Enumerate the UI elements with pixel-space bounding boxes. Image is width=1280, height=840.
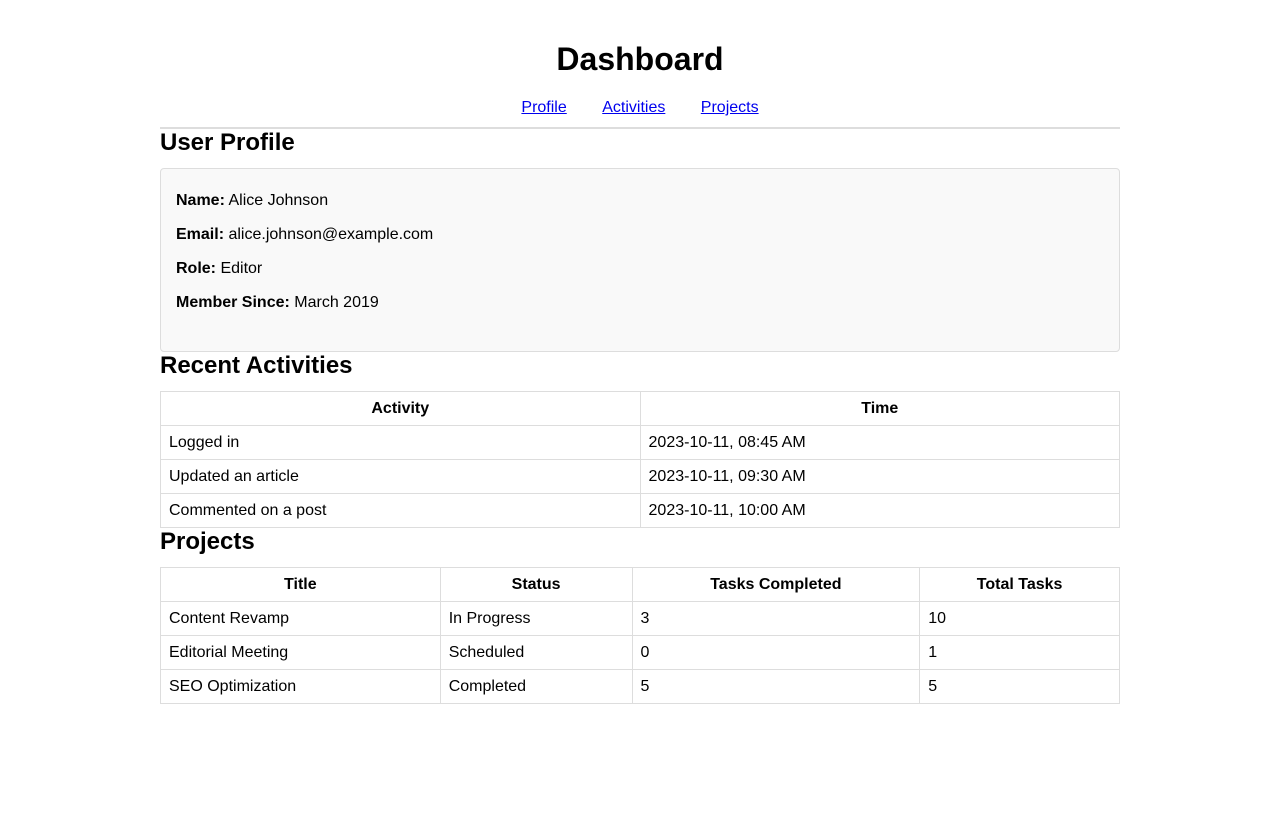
profile-field-label: Role:	[176, 260, 216, 277]
table-row: Editorial Meeting Scheduled 0 1	[160, 635, 1120, 670]
column-header-status: Status	[439, 567, 633, 602]
table-row: Updated an article 2023-10-11, 09:30 AM	[160, 459, 1121, 494]
project-status-cell: In Progress	[439, 601, 633, 636]
column-header-activity: Activity	[160, 391, 641, 426]
projects-table: Title Status Tasks Completed Total Tasks…	[160, 567, 1120, 704]
profile-field-label: Email:	[176, 226, 225, 243]
nav-link-projects[interactable]: Projects	[701, 99, 759, 116]
profile-field-value: Editor	[220, 260, 263, 277]
table-row: SEO Optimization Completed 5 5	[160, 669, 1120, 704]
tasks-completed-cell: 3	[631, 601, 921, 636]
profile-card: Name: Alice Johnson Email: alice.johnson…	[160, 168, 1120, 352]
column-header-total-tasks: Total Tasks	[919, 567, 1120, 602]
profile-field-label: Name:	[176, 192, 225, 209]
page-title: Dashboard	[556, 41, 724, 77]
project-title-cell: SEO Optimization	[160, 669, 441, 704]
profile-field-name: Name: Alice Johnson	[176, 192, 1104, 210]
total-tasks-cell: 5	[919, 669, 1120, 704]
activity-cell: Commented on a post	[160, 493, 641, 528]
tasks-completed-cell: 0	[631, 635, 921, 670]
activities-table: Activity Time Logged in 2023-10-11, 08:4…	[160, 391, 1121, 528]
table-row: Content Revamp In Progress 3 10	[160, 601, 1120, 636]
total-tasks-cell: 1	[919, 635, 1120, 670]
total-tasks-cell: 10	[919, 601, 1120, 636]
profile-field-value: alice.johnson@example.com	[228, 226, 434, 243]
nav-link-activities[interactable]: Activities	[602, 99, 665, 116]
activity-cell: Logged in	[160, 425, 641, 460]
table-header-row: Activity Time	[160, 391, 1121, 426]
top-nav: Profile Activities Projects	[160, 99, 1120, 129]
profile-section-title: User Profile	[160, 129, 295, 156]
time-cell: 2023-10-11, 10:00 AM	[639, 493, 1121, 528]
project-status-cell: Completed	[439, 669, 633, 704]
tasks-completed-cell: 5	[631, 669, 921, 704]
column-header-tasks-completed: Tasks Completed	[631, 567, 921, 602]
profile-field-value: Alice Johnson	[228, 192, 329, 209]
nav-link-profile[interactable]: Profile	[521, 99, 566, 116]
projects-section-title: Projects	[160, 528, 255, 555]
profile-field-label: Member Since:	[176, 294, 290, 311]
table-row: Logged in 2023-10-11, 08:45 AM	[160, 425, 1121, 460]
column-header-title: Title	[160, 567, 441, 602]
activity-cell: Updated an article	[160, 459, 641, 494]
profile-field-value: March 2019	[294, 294, 379, 311]
time-cell: 2023-10-11, 08:45 AM	[639, 425, 1121, 460]
profile-field-member-since: Member Since: March 2019	[176, 294, 1104, 312]
table-row: Commented on a post 2023-10-11, 10:00 AM	[160, 493, 1121, 528]
column-header-time: Time	[639, 391, 1121, 426]
page-container: Dashboard Profile Activities Projects Us…	[160, 0, 1121, 704]
time-cell: 2023-10-11, 09:30 AM	[639, 459, 1121, 494]
profile-field-role: Role: Editor	[176, 260, 1104, 278]
activities-section-title: Recent Activities	[160, 352, 353, 379]
project-status-cell: Scheduled	[439, 635, 633, 670]
profile-field-email: Email: alice.johnson@example.com	[176, 226, 1104, 244]
project-title-cell: Editorial Meeting	[160, 635, 441, 670]
project-title-cell: Content Revamp	[160, 601, 441, 636]
table-header-row: Title Status Tasks Completed Total Tasks	[160, 567, 1120, 602]
